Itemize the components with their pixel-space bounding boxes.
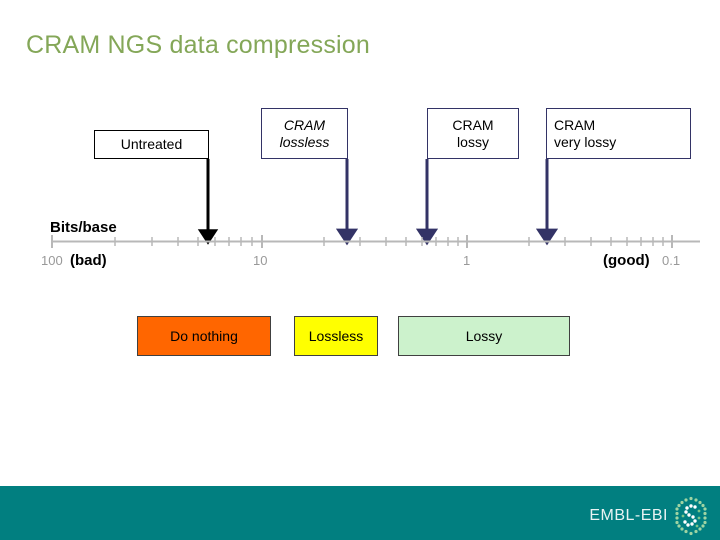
axis-tick-label-1: 1 [463, 253, 471, 268]
slide-canvas: CRAM NGS data compression Untreated CRAM… [0, 0, 720, 540]
embl-ebi-hexagon-icon [675, 496, 707, 536]
category-box-lossy: Lossy [398, 316, 570, 356]
category-box-lossless: Lossless [294, 316, 378, 356]
axis-tick-label-10: 10 [253, 253, 268, 268]
footer-bar: EMBL-EBI [0, 486, 720, 540]
axis-annotation-bad: (bad) [70, 252, 107, 269]
category-box-do-nothing: Do nothing [137, 316, 271, 356]
log-axis [51, 235, 700, 248]
axis-annotation-good: (good) [603, 252, 650, 269]
embl-ebi-logo-text: EMBL-EBI [589, 507, 668, 524]
category-box-lossy-label: Lossy [465, 328, 503, 344]
category-box-do-nothing-label: Do nothing [170, 328, 238, 344]
category-box-lossless-label: Lossless [308, 328, 364, 344]
axis-tick-label-100: 100 [41, 253, 63, 268]
embl-ebi-logo: EMBL-EBI [589, 496, 708, 536]
axis-tick-label-0.1: 0.1 [662, 253, 681, 268]
